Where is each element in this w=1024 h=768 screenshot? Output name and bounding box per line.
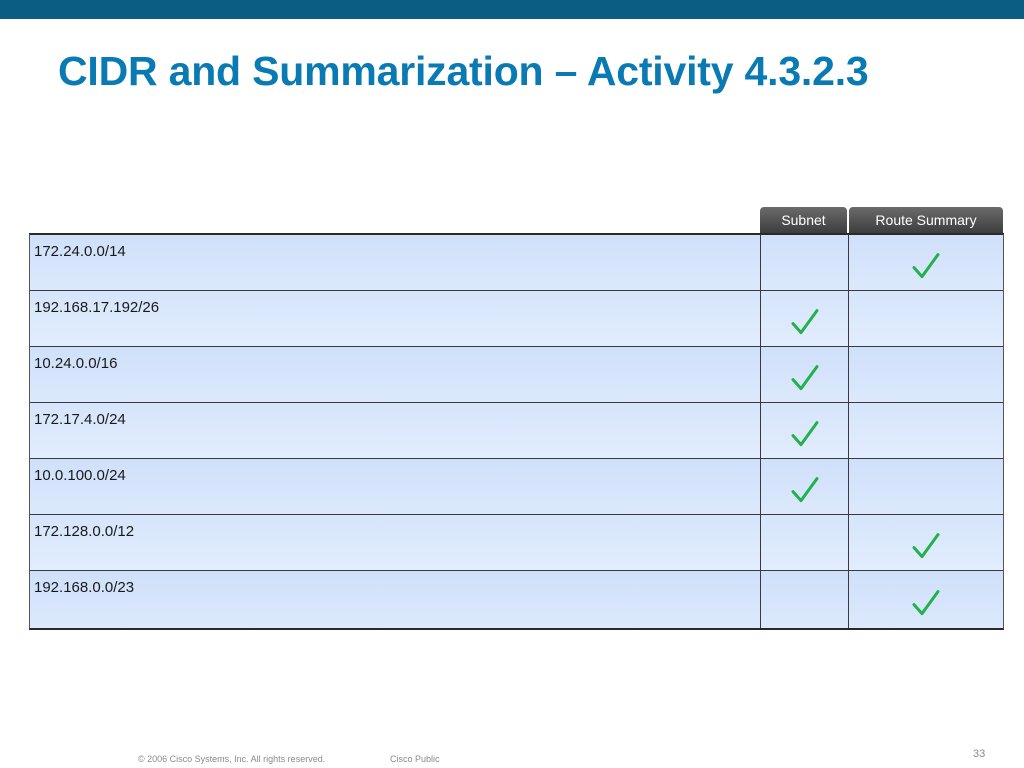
table-row: 172.17.4.0/24 — [30, 403, 1003, 459]
checkmark-icon — [912, 589, 940, 615]
checkmark-icon — [791, 420, 818, 446]
subnet-cell[interactable] — [761, 403, 849, 458]
top-bar — [0, 0, 1024, 19]
route-summary-cell[interactable] — [849, 291, 1003, 346]
subnet-cell[interactable] — [761, 571, 849, 628]
subnet-cell[interactable] — [761, 291, 849, 346]
route-summary-cell[interactable] — [849, 403, 1003, 458]
table-row: 192.168.17.192/26 — [30, 291, 1003, 347]
subnet-cell[interactable] — [761, 459, 849, 514]
network-address: 10.24.0.0/16 — [30, 347, 761, 402]
footer-copyright: © 2006 Cisco Systems, Inc. All rights re… — [138, 754, 326, 764]
route-summary-cell[interactable] — [849, 459, 1003, 514]
network-address: 10.0.100.0/24 — [30, 459, 761, 514]
route-summary-cell[interactable] — [849, 347, 1003, 402]
column-headers: Subnet Route Summary — [760, 207, 1003, 233]
route-summary-cell[interactable] — [849, 571, 1003, 628]
route-summary-cell[interactable] — [849, 235, 1003, 290]
table-row: 10.24.0.0/16 — [30, 347, 1003, 403]
checkmark-icon — [791, 308, 818, 334]
network-address: 192.168.0.0/23 — [30, 571, 761, 628]
network-address: 172.24.0.0/14 — [30, 235, 761, 290]
slide: CIDR and Summarization – Activity 4.3.2.… — [0, 0, 1024, 768]
table-row: 172.128.0.0/12 — [30, 515, 1003, 571]
subnet-column-header: Subnet — [760, 207, 847, 233]
subnet-cell[interactable] — [761, 515, 849, 570]
network-address: 172.17.4.0/24 — [30, 403, 761, 458]
page-number: 33 — [973, 748, 986, 760]
subnet-cell[interactable] — [761, 347, 849, 402]
table-row: 10.0.100.0/24 — [30, 459, 1003, 515]
classification-table: 172.24.0.0/14 192.168.17.192/26 10.24.0.0/… — [29, 233, 1004, 630]
checkmark-icon — [791, 476, 818, 502]
network-address: 172.128.0.0/12 — [30, 515, 761, 570]
checkmark-icon — [912, 252, 940, 278]
checkmark-icon — [791, 364, 818, 390]
subnet-cell[interactable] — [761, 235, 849, 290]
footer-classification: Cisco Public — [390, 754, 440, 764]
route-summary-column-header: Route Summary — [849, 207, 1003, 233]
slide-title: CIDR and Summarization – Activity 4.3.2.… — [58, 48, 869, 94]
route-summary-cell[interactable] — [849, 515, 1003, 570]
table-row: 192.168.0.0/23 — [30, 571, 1003, 628]
checkmark-icon — [912, 532, 940, 558]
table-row: 172.24.0.0/14 — [30, 235, 1003, 291]
network-address: 192.168.17.192/26 — [30, 291, 761, 346]
